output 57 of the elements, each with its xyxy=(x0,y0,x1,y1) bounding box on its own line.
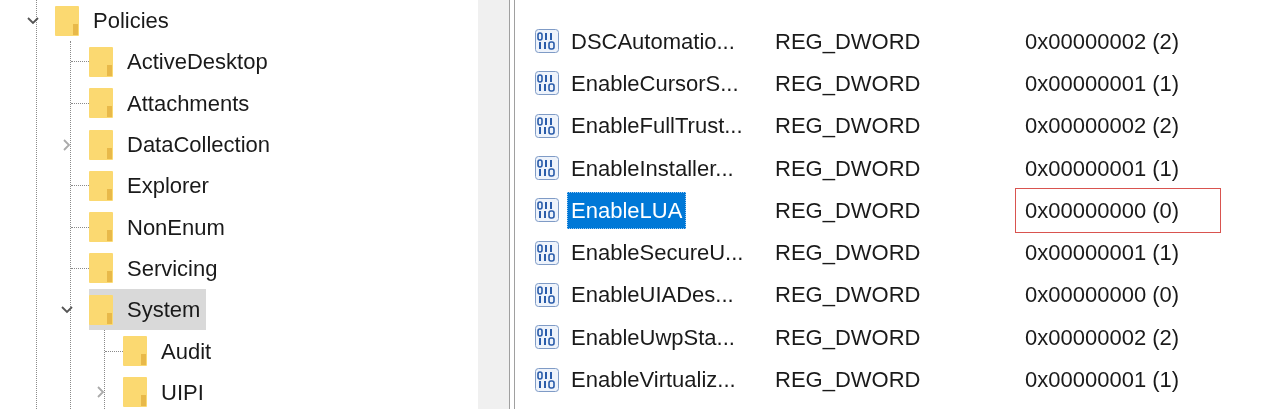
tree-item[interactable]: ActiveDesktop xyxy=(89,41,274,83)
tree-item[interactable]: NonEnum xyxy=(89,206,231,248)
binary-value-icon xyxy=(535,29,559,54)
tree-item[interactable]: Explorer xyxy=(89,165,215,207)
folder-icon xyxy=(89,294,113,325)
value-name[interactable]: EnableVirtualiz... xyxy=(567,361,740,398)
value-name[interactable]: EnableSecureU... xyxy=(567,234,748,272)
folder-icon xyxy=(89,46,113,77)
value-data: 0x00000002 (2) xyxy=(1024,27,1181,56)
binary-value-icon xyxy=(535,367,559,392)
value-type: REG_DWORD xyxy=(775,323,922,352)
value-type: REG_DWORD xyxy=(775,27,922,56)
binary-value-icon xyxy=(535,282,559,307)
binary-value-icon xyxy=(535,240,559,265)
value-type: REG_DWORD xyxy=(775,281,922,310)
folder-icon xyxy=(89,88,113,119)
value-name[interactable]: DSCAutomatio... xyxy=(567,22,739,60)
value-name[interactable]: EnableFullTrust... xyxy=(567,107,747,145)
folder-icon xyxy=(89,212,113,243)
value-name[interactable]: EnableInstaller... xyxy=(567,149,738,187)
tree-item[interactable]: Servicing xyxy=(89,247,224,289)
folder-icon xyxy=(89,170,113,201)
value-data: 0x00000001 (1) xyxy=(1024,366,1181,395)
value-name[interactable]: EnableLUA xyxy=(567,191,687,229)
tree-item[interactable]: Policies xyxy=(55,0,175,42)
binary-value-icon xyxy=(535,325,559,350)
binary-value-icon xyxy=(535,113,559,138)
value-data: 0x00000001 (1) xyxy=(1024,239,1181,268)
value-type: REG_DWORD xyxy=(775,112,922,141)
folder-icon xyxy=(89,253,113,284)
tree-item[interactable]: Attachments xyxy=(89,82,256,124)
value-name[interactable]: EnableUwpSta... xyxy=(567,318,739,356)
scrollbar-track[interactable] xyxy=(478,0,510,409)
value-data: 0x00000001 (1) xyxy=(1024,69,1181,98)
value-data: 0x00000001 (1) xyxy=(1024,154,1181,183)
value-name[interactable]: EnableUIADes... xyxy=(567,276,738,314)
tree-item[interactable]: DataCollection xyxy=(89,124,277,166)
value-type: REG_DWORD xyxy=(775,196,922,225)
folder-icon xyxy=(89,129,113,160)
value-data: 0x00000002 (2) xyxy=(1024,112,1181,141)
value-data: 0x00000000 (0) xyxy=(1015,187,1221,233)
tree-item[interactable]: UIPI xyxy=(123,371,210,409)
binary-value-icon xyxy=(535,71,559,96)
folder-icon xyxy=(55,5,79,36)
tree-item[interactable]: Audit xyxy=(123,330,218,372)
value-type: REG_DWORD xyxy=(775,69,922,98)
binary-value-icon xyxy=(535,156,559,181)
value-data: 0x00000000 (0) xyxy=(1024,281,1181,310)
binary-value-icon xyxy=(535,198,559,223)
value-name[interactable]: EnableCursorS... xyxy=(567,64,743,102)
folder-icon xyxy=(123,377,147,408)
folder-icon xyxy=(123,336,147,366)
value-type: REG_DWORD xyxy=(775,239,922,268)
value-data: 0x00000002 (2) xyxy=(1024,323,1181,352)
value-type: REG_DWORD xyxy=(775,366,922,394)
tree-item[interactable]: System xyxy=(89,289,207,331)
value-type: REG_DWORD xyxy=(775,154,922,183)
